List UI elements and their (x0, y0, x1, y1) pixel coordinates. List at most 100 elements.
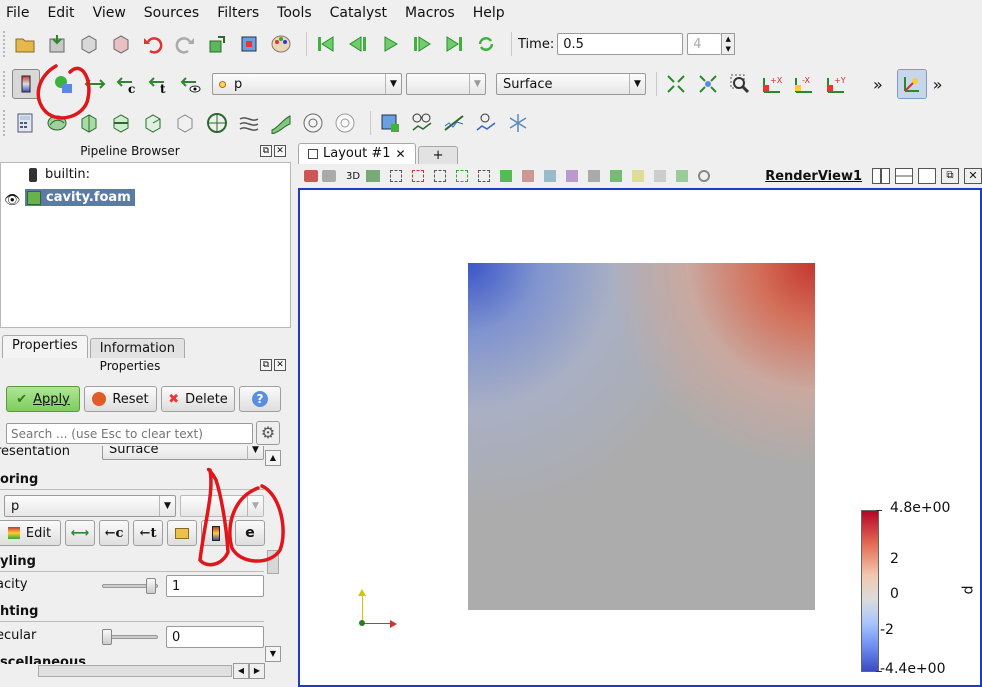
calculator-icon[interactable] (12, 110, 38, 136)
reset-button[interactable]: Reset (84, 386, 157, 412)
plot-over-line-icon[interactable] (441, 110, 467, 136)
split-horizontal-icon[interactable] (872, 168, 890, 184)
close-tab-icon[interactable]: ✕ (396, 147, 406, 161)
undo-icon[interactable] (140, 31, 166, 57)
properties-horizontal-scrollbar[interactable]: ◀ ▶ (0, 663, 281, 679)
color-by-select[interactable]: p ▼ (212, 73, 402, 95)
close-panel-icon[interactable]: ✕ (274, 145, 286, 157)
time-step-spinner[interactable]: ▲ ▼ (721, 33, 736, 55)
specular-input[interactable]: 0 (166, 626, 264, 648)
rescale-data-range-icon[interactable] (82, 71, 108, 97)
last-frame-icon[interactable] (441, 31, 467, 57)
render-view[interactable]: 4.8e+00 2 0 -2 -4.4e+00 p (298, 188, 982, 687)
save-state-icon[interactable] (76, 31, 102, 57)
pipeline-item-cavity[interactable]: cavity.foam (25, 189, 135, 206)
help-button[interactable]: ? (239, 386, 281, 412)
scroll-down-arrow[interactable]: ▼ (265, 646, 281, 662)
view-plus-y-icon[interactable]: +Y (823, 71, 849, 97)
glyph-icon[interactable] (204, 110, 230, 136)
select-cells-through-icon[interactable] (434, 170, 447, 182)
tab-properties[interactable]: Properties (2, 335, 88, 358)
rescale-visible-icon[interactable] (178, 71, 204, 97)
apply-button[interactable]: ✔ Apply (6, 386, 80, 412)
scroll-right-arrow[interactable]: ▶ (249, 663, 265, 679)
split-vertical-icon[interactable] (895, 168, 913, 184)
camera-undo-icon[interactable] (366, 170, 381, 182)
menu-filters[interactable]: Filters (217, 5, 259, 21)
capture-copy-icon[interactable] (322, 170, 336, 182)
plot-selection-over-time-icon[interactable] (409, 110, 435, 136)
representation-property-select[interactable]: Surface ▼ (102, 446, 264, 460)
coloring-array-select[interactable]: p ▼ (4, 495, 176, 517)
shrink-selection-icon[interactable] (632, 170, 645, 182)
visibility-eye-icon[interactable]: 👁 (4, 193, 21, 208)
menu-catalyst[interactable]: Catalyst (330, 5, 387, 21)
redo-icon[interactable] (172, 31, 198, 57)
time-step-input[interactable]: 4 (687, 33, 722, 55)
opacity-input[interactable]: 1 (166, 575, 264, 597)
zoom-to-box-icon[interactable] (727, 71, 753, 97)
rescale-temporal-icon[interactable]: t (146, 71, 172, 97)
toggle-color-legend-button[interactable] (201, 520, 231, 546)
scroll-left-arrow[interactable]: ◀ (233, 663, 249, 679)
first-frame-icon[interactable] (313, 31, 339, 57)
query-selection-icon[interactable] (654, 170, 667, 182)
toolbar-grip[interactable] (3, 71, 8, 97)
rescale-temporal-button[interactable]: ←t (133, 520, 163, 546)
loop-icon[interactable] (473, 31, 499, 57)
delete-button[interactable]: ✖ Delete (161, 386, 235, 412)
more-tools-icon[interactable]: » (873, 75, 883, 94)
rescale-custom-button[interactable]: ←c (99, 520, 129, 546)
choose-preset-button[interactable] (167, 520, 197, 546)
disconnect-icon[interactable] (236, 31, 262, 57)
select-cells-on-icon[interactable] (390, 170, 403, 182)
previous-frame-icon[interactable] (345, 31, 371, 57)
select-block-icon[interactable] (500, 170, 513, 182)
properties-search-input[interactable] (6, 423, 253, 444)
select-polygon-icon[interactable] (478, 170, 491, 182)
threshold-icon[interactable] (140, 110, 166, 136)
menu-sources[interactable]: Sources (144, 5, 199, 21)
menu-help[interactable]: Help (473, 5, 505, 21)
hover-points-icon[interactable] (588, 170, 601, 182)
load-state-icon[interactable] (44, 31, 70, 57)
menu-tools[interactable]: Tools (277, 5, 312, 21)
grow-selection-icon[interactable] (610, 170, 623, 182)
representation-select[interactable]: Surface ▼ (496, 73, 646, 95)
float-panel-icon[interactable]: ⧉ (260, 145, 272, 157)
extract-subset-icon[interactable] (172, 110, 198, 136)
coloring-component-select[interactable]: ▼ (180, 495, 264, 517)
connect-server-icon[interactable] (204, 31, 230, 57)
menu-view[interactable]: View (93, 5, 126, 21)
toolbar-grip[interactable] (3, 110, 8, 136)
cavity-surface[interactable] (468, 263, 815, 610)
scroll-thumb[interactable] (267, 550, 279, 574)
edit-selection-icon[interactable] (676, 170, 689, 182)
extract-selection-icon[interactable] (377, 110, 403, 136)
play-icon[interactable] (377, 31, 403, 57)
scroll-up-arrow[interactable]: ▲ (265, 450, 281, 466)
plot-data-over-time-icon[interactable] (473, 110, 499, 136)
tab-information[interactable]: Information (89, 338, 185, 358)
edit-color-map-icon[interactable] (50, 71, 76, 97)
advanced-settings-gear-icon[interactable]: ⚙ (256, 421, 280, 445)
clear-selection-icon[interactable] (698, 170, 711, 182)
menu-edit[interactable]: Edit (47, 5, 74, 21)
interactive-select-cells-icon[interactable] (522, 170, 535, 182)
zoom-to-data-icon[interactable] (695, 71, 721, 97)
hscroll-thumb[interactable] (38, 665, 232, 677)
orientation-axes-icon[interactable] (896, 69, 927, 99)
toolbar-grip[interactable] (3, 31, 8, 57)
specular-slider-handle[interactable] (102, 629, 112, 645)
add-layout-tab[interactable]: + (417, 146, 459, 165)
menu-macros[interactable]: Macros (405, 5, 455, 21)
float-panel-icon[interactable]: ⧉ (260, 359, 272, 371)
view-minus-x-icon[interactable]: -X (791, 71, 817, 97)
time-input[interactable]: 0.5 (557, 33, 684, 55)
toggle-3d-button[interactable]: 3D (346, 171, 360, 182)
edit-color-legend-button[interactable]: e (235, 520, 265, 546)
snowflake-icon[interactable] (505, 110, 531, 136)
save-data-icon[interactable] (108, 31, 134, 57)
reset-camera-icon[interactable] (663, 71, 689, 97)
warp-by-vector-icon[interactable] (268, 110, 294, 136)
